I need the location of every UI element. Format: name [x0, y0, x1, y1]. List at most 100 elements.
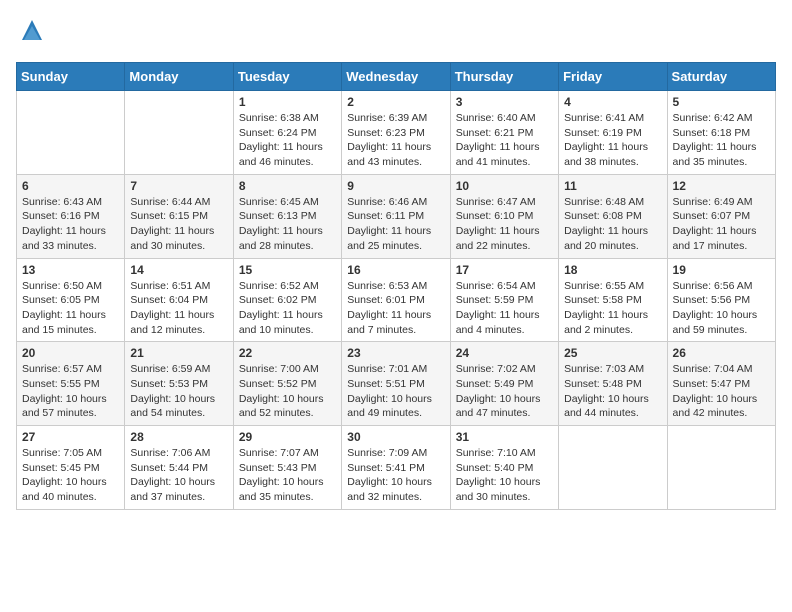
- calendar-table: SundayMondayTuesdayWednesdayThursdayFrid…: [16, 62, 776, 510]
- calendar-cell: 26Sunrise: 7:04 AMSunset: 5:47 PMDayligh…: [667, 342, 775, 426]
- logo-text: [16, 16, 46, 50]
- day-number: 1: [239, 95, 336, 109]
- header-day-friday: Friday: [559, 63, 667, 91]
- day-info: Sunrise: 7:00 AMSunset: 5:52 PMDaylight:…: [239, 362, 336, 421]
- day-info: Sunrise: 6:47 AMSunset: 6:10 PMDaylight:…: [456, 195, 553, 254]
- header-day-thursday: Thursday: [450, 63, 558, 91]
- day-info: Sunrise: 6:52 AMSunset: 6:02 PMDaylight:…: [239, 279, 336, 338]
- header-day-monday: Monday: [125, 63, 233, 91]
- header-day-wednesday: Wednesday: [342, 63, 450, 91]
- header-day-tuesday: Tuesday: [233, 63, 341, 91]
- day-number: 2: [347, 95, 444, 109]
- calendar-cell: 4Sunrise: 6:41 AMSunset: 6:19 PMDaylight…: [559, 91, 667, 175]
- day-number: 5: [673, 95, 770, 109]
- calendar-cell: 12Sunrise: 6:49 AMSunset: 6:07 PMDayligh…: [667, 174, 775, 258]
- day-number: 20: [22, 346, 119, 360]
- day-number: 23: [347, 346, 444, 360]
- day-number: 30: [347, 430, 444, 444]
- page-header: [16, 16, 776, 50]
- day-number: 15: [239, 263, 336, 277]
- calendar-week-row: 13Sunrise: 6:50 AMSunset: 6:05 PMDayligh…: [17, 258, 776, 342]
- calendar-cell: 22 Sunrise: 7:00 AMSunset: 5:52 PMDayligh…: [233, 342, 341, 426]
- day-info: Sunrise: 6:42 AMSunset: 6:18 PMDaylight:…: [673, 111, 770, 170]
- day-number: 9: [347, 179, 444, 193]
- calendar-cell: 11 Sunrise: 6:48 AMSunset: 6:08 PMDayligh…: [559, 174, 667, 258]
- day-info: Sunrise: 6:51 AMSunset: 6:04 PMDaylight:…: [130, 279, 227, 338]
- calendar-cell: [667, 426, 775, 510]
- calendar-cell: 30 Sunrise: 7:09 AMSunset: 5:41 PMDayligh…: [342, 426, 450, 510]
- calendar-header-row: SundayMondayTuesdayWednesdayThursdayFrid…: [17, 63, 776, 91]
- calendar-cell: 3 Sunrise: 6:40 AMSunset: 6:21 PMDaylight…: [450, 91, 558, 175]
- calendar-cell: 27 Sunrise: 7:05 AMSunset: 5:45 PMDayligh…: [17, 426, 125, 510]
- calendar-cell: 1 Sunrise: 6:38 AMSunset: 6:24 PMDaylight…: [233, 91, 341, 175]
- calendar-week-row: 27 Sunrise: 7:05 AMSunset: 5:45 PMDayligh…: [17, 426, 776, 510]
- day-number: 27: [22, 430, 119, 444]
- day-info: Sunrise: 6:49 AMSunset: 6:07 PMDaylight:…: [673, 195, 770, 254]
- calendar-cell: 21 Sunrise: 6:59 AMSunset: 5:53 PMDayligh…: [125, 342, 233, 426]
- calendar-cell: 31 Sunrise: 7:10 AMSunset: 5:40 PMDayligh…: [450, 426, 558, 510]
- calendar-week-row: 20Sunrise: 6:57 AMSunset: 5:55 PMDayligh…: [17, 342, 776, 426]
- calendar-week-row: 6Sunrise: 6:43 AMSunset: 6:16 PMDaylight…: [17, 174, 776, 258]
- day-number: 22: [239, 346, 336, 360]
- day-info: Sunrise: 7:04 AMSunset: 5:47 PMDaylight:…: [673, 362, 770, 421]
- calendar-cell: 13Sunrise: 6:50 AMSunset: 6:05 PMDayligh…: [17, 258, 125, 342]
- day-number: 3: [456, 95, 553, 109]
- calendar-cell: [17, 91, 125, 175]
- header-day-saturday: Saturday: [667, 63, 775, 91]
- calendar-cell: 5 Sunrise: 6:42 AMSunset: 6:18 PMDaylight…: [667, 91, 775, 175]
- calendar-cell: 9 Sunrise: 6:46 AMSunset: 6:11 PMDaylight…: [342, 174, 450, 258]
- day-number: 25: [564, 346, 661, 360]
- day-info: Sunrise: 6:56 AMSunset: 5:56 PMDaylight:…: [673, 279, 770, 338]
- day-info: Sunrise: 7:10 AMSunset: 5:40 PMDaylight:…: [456, 446, 553, 505]
- logo: [16, 16, 46, 50]
- day-number: 14: [130, 263, 227, 277]
- day-info: Sunrise: 7:07 AMSunset: 5:43 PMDaylight:…: [239, 446, 336, 505]
- day-info: Sunrise: 6:45 AMSunset: 6:13 PMDaylight:…: [239, 195, 336, 254]
- day-number: 10: [456, 179, 553, 193]
- calendar-cell: 16 Sunrise: 6:53 AMSunset: 6:01 PMDayligh…: [342, 258, 450, 342]
- day-info: Sunrise: 6:59 AMSunset: 5:53 PMDaylight:…: [130, 362, 227, 421]
- day-info: Sunrise: 7:03 AMSunset: 5:48 PMDaylight:…: [564, 362, 661, 421]
- day-info: Sunrise: 7:01 AMSunset: 5:51 PMDaylight:…: [347, 362, 444, 421]
- day-info: Sunrise: 7:06 AMSunset: 5:44 PMDaylight:…: [130, 446, 227, 505]
- day-info: Sunrise: 6:44 AMSunset: 6:15 PMDaylight:…: [130, 195, 227, 254]
- day-info: Sunrise: 6:53 AMSunset: 6:01 PMDaylight:…: [347, 279, 444, 338]
- calendar-cell: 14 Sunrise: 6:51 AMSunset: 6:04 PMDayligh…: [125, 258, 233, 342]
- calendar-cell: 2 Sunrise: 6:39 AMSunset: 6:23 PMDaylight…: [342, 91, 450, 175]
- logo-icon: [18, 16, 46, 44]
- day-info: Sunrise: 6:50 AMSunset: 6:05 PMDaylight:…: [22, 279, 119, 338]
- day-info: Sunrise: 6:46 AMSunset: 6:11 PMDaylight:…: [347, 195, 444, 254]
- day-number: 29: [239, 430, 336, 444]
- day-number: 16: [347, 263, 444, 277]
- day-number: 18: [564, 263, 661, 277]
- calendar-cell: 24Sunrise: 7:02 AMSunset: 5:49 PMDayligh…: [450, 342, 558, 426]
- calendar-cell: 28 Sunrise: 7:06 AMSunset: 5:44 PMDayligh…: [125, 426, 233, 510]
- calendar-cell: 29 Sunrise: 7:07 AMSunset: 5:43 PMDayligh…: [233, 426, 341, 510]
- day-info: Sunrise: 7:05 AMSunset: 5:45 PMDaylight:…: [22, 446, 119, 505]
- day-number: 6: [22, 179, 119, 193]
- day-info: Sunrise: 6:55 AMSunset: 5:58 PMDaylight:…: [564, 279, 661, 338]
- day-info: Sunrise: 6:38 AMSunset: 6:24 PMDaylight:…: [239, 111, 336, 170]
- day-number: 7: [130, 179, 227, 193]
- calendar-cell: 25 Sunrise: 7:03 AMSunset: 5:48 PMDayligh…: [559, 342, 667, 426]
- calendar-cell: 18 Sunrise: 6:55 AMSunset: 5:58 PMDayligh…: [559, 258, 667, 342]
- day-number: 17: [456, 263, 553, 277]
- day-number: 28: [130, 430, 227, 444]
- calendar-cell: 10 Sunrise: 6:47 AMSunset: 6:10 PMDayligh…: [450, 174, 558, 258]
- calendar-cell: 6Sunrise: 6:43 AMSunset: 6:16 PMDaylight…: [17, 174, 125, 258]
- day-info: Sunrise: 6:54 AMSunset: 5:59 PMDaylight:…: [456, 279, 553, 338]
- day-number: 31: [456, 430, 553, 444]
- calendar-cell: 8Sunrise: 6:45 AMSunset: 6:13 PMDaylight…: [233, 174, 341, 258]
- calendar-cell: 23 Sunrise: 7:01 AMSunset: 5:51 PMDayligh…: [342, 342, 450, 426]
- day-info: Sunrise: 6:40 AMSunset: 6:21 PMDaylight:…: [456, 111, 553, 170]
- day-number: 11: [564, 179, 661, 193]
- calendar-cell: 20Sunrise: 6:57 AMSunset: 5:55 PMDayligh…: [17, 342, 125, 426]
- calendar-cell: 7 Sunrise: 6:44 AMSunset: 6:15 PMDaylight…: [125, 174, 233, 258]
- calendar-cell: [125, 91, 233, 175]
- day-info: Sunrise: 6:39 AMSunset: 6:23 PMDaylight:…: [347, 111, 444, 170]
- day-info: Sunrise: 6:48 AMSunset: 6:08 PMDaylight:…: [564, 195, 661, 254]
- day-info: Sunrise: 7:09 AMSunset: 5:41 PMDaylight:…: [347, 446, 444, 505]
- day-info: Sunrise: 6:41 AMSunset: 6:19 PMDaylight:…: [564, 111, 661, 170]
- calendar-cell: 19Sunrise: 6:56 AMSunset: 5:56 PMDayligh…: [667, 258, 775, 342]
- day-number: 21: [130, 346, 227, 360]
